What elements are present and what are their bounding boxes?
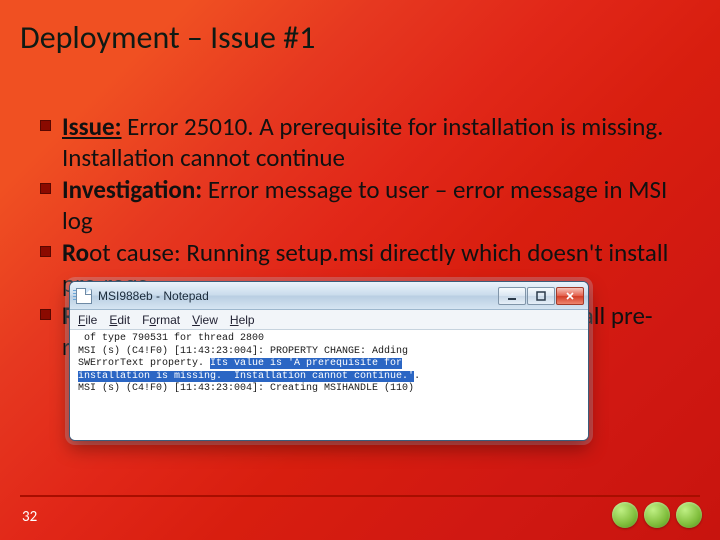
- maximize-button[interactable]: [527, 287, 555, 305]
- slide: Deployment – Issue #1 Issue: Error 25010…: [0, 0, 720, 540]
- notepad-app-icon: [76, 288, 92, 304]
- notepad-window[interactable]: MSI988eb - Notepad File Edit Format View…: [69, 281, 589, 441]
- window-controls: [498, 287, 584, 305]
- page-number: 32: [22, 508, 37, 526]
- square-bullet-icon: [40, 120, 51, 131]
- badge-icon: [676, 502, 702, 528]
- window-titlebar[interactable]: MSI988eb - Notepad: [70, 282, 588, 310]
- bullet-item: Investigation: Error message to user – e…: [40, 175, 680, 236]
- menu-file[interactable]: File: [78, 313, 97, 327]
- badge-icon: [612, 502, 638, 528]
- selected-text: installation is missing. Installation ca…: [78, 371, 414, 382]
- text-area[interactable]: of type 790531 for thread 2800 MSI (s) (…: [70, 330, 588, 440]
- square-bullet-icon: [40, 246, 51, 257]
- footer-divider: [20, 495, 700, 497]
- window-title: MSI988eb - Notepad: [98, 289, 209, 303]
- menu-format[interactable]: Format: [142, 313, 180, 327]
- bullet-item: Issue: Error 25010. A prerequisite for i…: [40, 112, 680, 173]
- minimize-button[interactable]: [498, 287, 526, 305]
- corner-badges: [612, 502, 702, 528]
- square-bullet-icon: [40, 183, 51, 194]
- slide-title: Deployment – Issue #1: [20, 18, 315, 57]
- close-button[interactable]: [556, 287, 584, 305]
- badge-icon: [644, 502, 670, 528]
- selected-text: Its value is 'A prerequisite for: [210, 358, 402, 369]
- menubar: File Edit Format View Help: [70, 310, 588, 330]
- menu-view[interactable]: View: [192, 313, 218, 327]
- menu-help[interactable]: Help: [230, 313, 255, 327]
- square-bullet-icon: [40, 309, 51, 320]
- menu-edit[interactable]: Edit: [109, 313, 130, 327]
